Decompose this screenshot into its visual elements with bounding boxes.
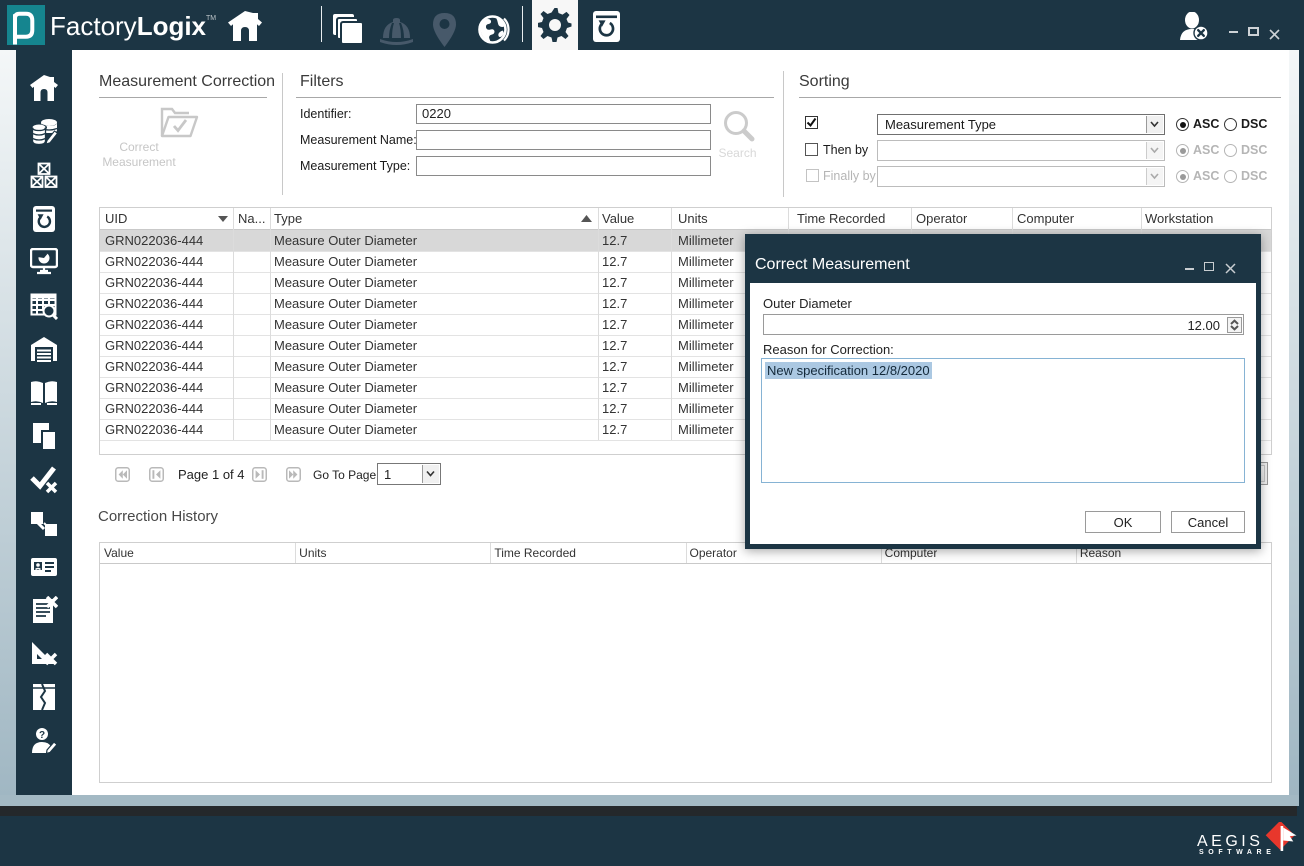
svg-text:?: ? (39, 730, 45, 741)
